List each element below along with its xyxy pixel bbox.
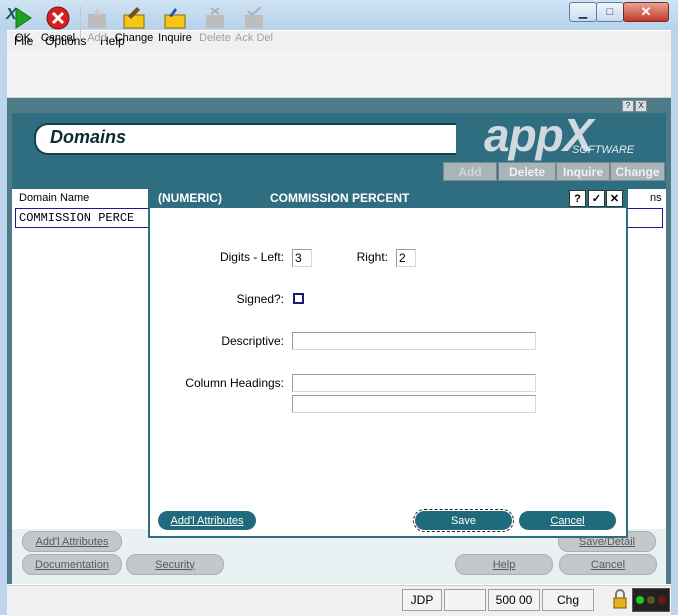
right-digits-field[interactable]: 2 bbox=[396, 249, 416, 267]
table-row-domain-name: COMMISSION PERCE bbox=[19, 211, 135, 225]
toolbar bbox=[7, 51, 671, 98]
change-label: Change bbox=[114, 32, 154, 44]
maximize-icon: □ bbox=[606, 6, 614, 18]
inquire-icon bbox=[163, 6, 187, 30]
dialog-addl-attributes-button[interactable]: Add'l Attributes bbox=[158, 511, 256, 530]
help-question-icon: ? bbox=[574, 192, 581, 205]
screen-cancel-button[interactable]: Cancel bbox=[559, 554, 657, 575]
add-icon bbox=[85, 6, 109, 30]
toolbar-separator bbox=[80, 6, 81, 42]
status-user: JDP bbox=[402, 589, 442, 611]
add-toolbar-button[interactable]: Add bbox=[84, 2, 110, 44]
close-button[interactable]: ✕ bbox=[623, 2, 669, 22]
ack-del-label: Ack Del bbox=[235, 32, 273, 44]
column-headings-label: Column Headings: bbox=[185, 376, 284, 390]
cancel-label: Cancel bbox=[40, 32, 76, 44]
ok-button[interactable]: OK bbox=[10, 2, 36, 44]
inquire-label: Inquire bbox=[158, 32, 192, 44]
dialog-save-button[interactable]: Save bbox=[413, 509, 514, 532]
documentation-label: Documentation bbox=[35, 558, 109, 571]
minimize-icon: ▁ bbox=[578, 6, 588, 19]
status-empty bbox=[444, 589, 486, 611]
lock-icon bbox=[612, 589, 628, 609]
security-button[interactable]: Security bbox=[126, 554, 224, 575]
column-header-right: ns bbox=[650, 192, 662, 204]
help-button[interactable]: Help bbox=[455, 554, 553, 575]
close-icon: ✕ bbox=[640, 4, 652, 19]
delete-toolbar-button[interactable]: Delete bbox=[198, 2, 232, 44]
cancel-toolbar-button[interactable]: Cancel bbox=[40, 2, 76, 44]
screen-title: Domains bbox=[50, 127, 127, 147]
dialog-cancel-label: Cancel bbox=[550, 514, 585, 527]
window-frame-left bbox=[0, 30, 7, 615]
change-toolbar-button[interactable]: Change bbox=[114, 2, 154, 44]
digits-left-field[interactable]: 3 bbox=[292, 249, 312, 267]
header-add-button[interactable]: Add bbox=[443, 162, 497, 181]
header-delete-button[interactable]: Delete bbox=[498, 162, 556, 181]
column-heading-1-field[interactable] bbox=[292, 374, 536, 392]
status-value: 500 00 bbox=[488, 589, 540, 611]
dialog-close-button[interactable]: ✕ bbox=[606, 190, 623, 207]
header-change-button[interactable]: Change bbox=[610, 162, 665, 181]
documentation-button[interactable]: Documentation bbox=[22, 554, 122, 575]
status-mode: Chg bbox=[542, 589, 594, 611]
dialog-ok-button[interactable]: ✓ bbox=[588, 190, 605, 207]
close-icon: ✕ bbox=[609, 193, 620, 205]
ok-label: OK bbox=[15, 32, 31, 44]
appx-logo-subtext: SOFTWARE bbox=[572, 144, 635, 156]
descriptive-label: Descriptive: bbox=[221, 334, 284, 348]
screen-cancel-label: Cancel bbox=[590, 558, 626, 571]
column-header-domain-name: Domain Name bbox=[19, 192, 90, 204]
ack-del-toolbar-button[interactable]: Ack Del bbox=[235, 2, 273, 44]
cancel-x-icon bbox=[46, 6, 70, 30]
descriptive-field[interactable] bbox=[292, 332, 536, 350]
right-digits-label: Right: bbox=[356, 250, 388, 264]
signed-label: Signed?: bbox=[236, 292, 284, 306]
delete-icon bbox=[203, 6, 227, 30]
dialog-type: (NUMERIC) bbox=[158, 191, 222, 205]
checkmark-icon: ✓ bbox=[591, 193, 602, 205]
delete-label: Delete bbox=[199, 32, 231, 44]
header-inquire-button[interactable]: Inquire bbox=[556, 162, 610, 181]
signed-checkbox[interactable] bbox=[293, 293, 304, 304]
maximize-button[interactable]: □ bbox=[596, 2, 624, 22]
inquire-toolbar-button[interactable]: Inquire bbox=[157, 2, 193, 44]
numeric-domain-dialog bbox=[148, 185, 628, 538]
traffic-light-icon bbox=[632, 588, 670, 612]
addl-attributes-button[interactable]: Add'l Attributes bbox=[22, 531, 122, 552]
minimize-button[interactable]: ▁ bbox=[569, 2, 597, 22]
help-label: Help bbox=[492, 558, 516, 571]
security-label: Security bbox=[155, 558, 195, 571]
screen-close-mini-button[interactable]: X bbox=[635, 100, 647, 112]
digits-left-label: Digits - Left: bbox=[219, 250, 284, 264]
window-frame-right bbox=[671, 30, 678, 615]
screen-help-mini-button[interactable]: ? bbox=[622, 100, 634, 112]
addl-attributes-label: Add'l Attributes bbox=[35, 535, 109, 548]
dialog-save-label: Save bbox=[450, 514, 477, 527]
ack-delete-icon bbox=[242, 6, 266, 30]
column-heading-2-field[interactable] bbox=[292, 395, 536, 413]
dialog-title: COMMISSION PERCENT bbox=[270, 191, 410, 205]
add-label: Add bbox=[87, 32, 107, 44]
ok-arrow-icon bbox=[11, 6, 35, 30]
dialog-help-button[interactable]: ? bbox=[569, 190, 586, 207]
change-pencil-icon bbox=[122, 6, 146, 30]
dialog-addl-attributes-label: Add'l Attributes bbox=[170, 514, 244, 527]
dialog-cancel-button[interactable]: Cancel bbox=[519, 511, 616, 530]
